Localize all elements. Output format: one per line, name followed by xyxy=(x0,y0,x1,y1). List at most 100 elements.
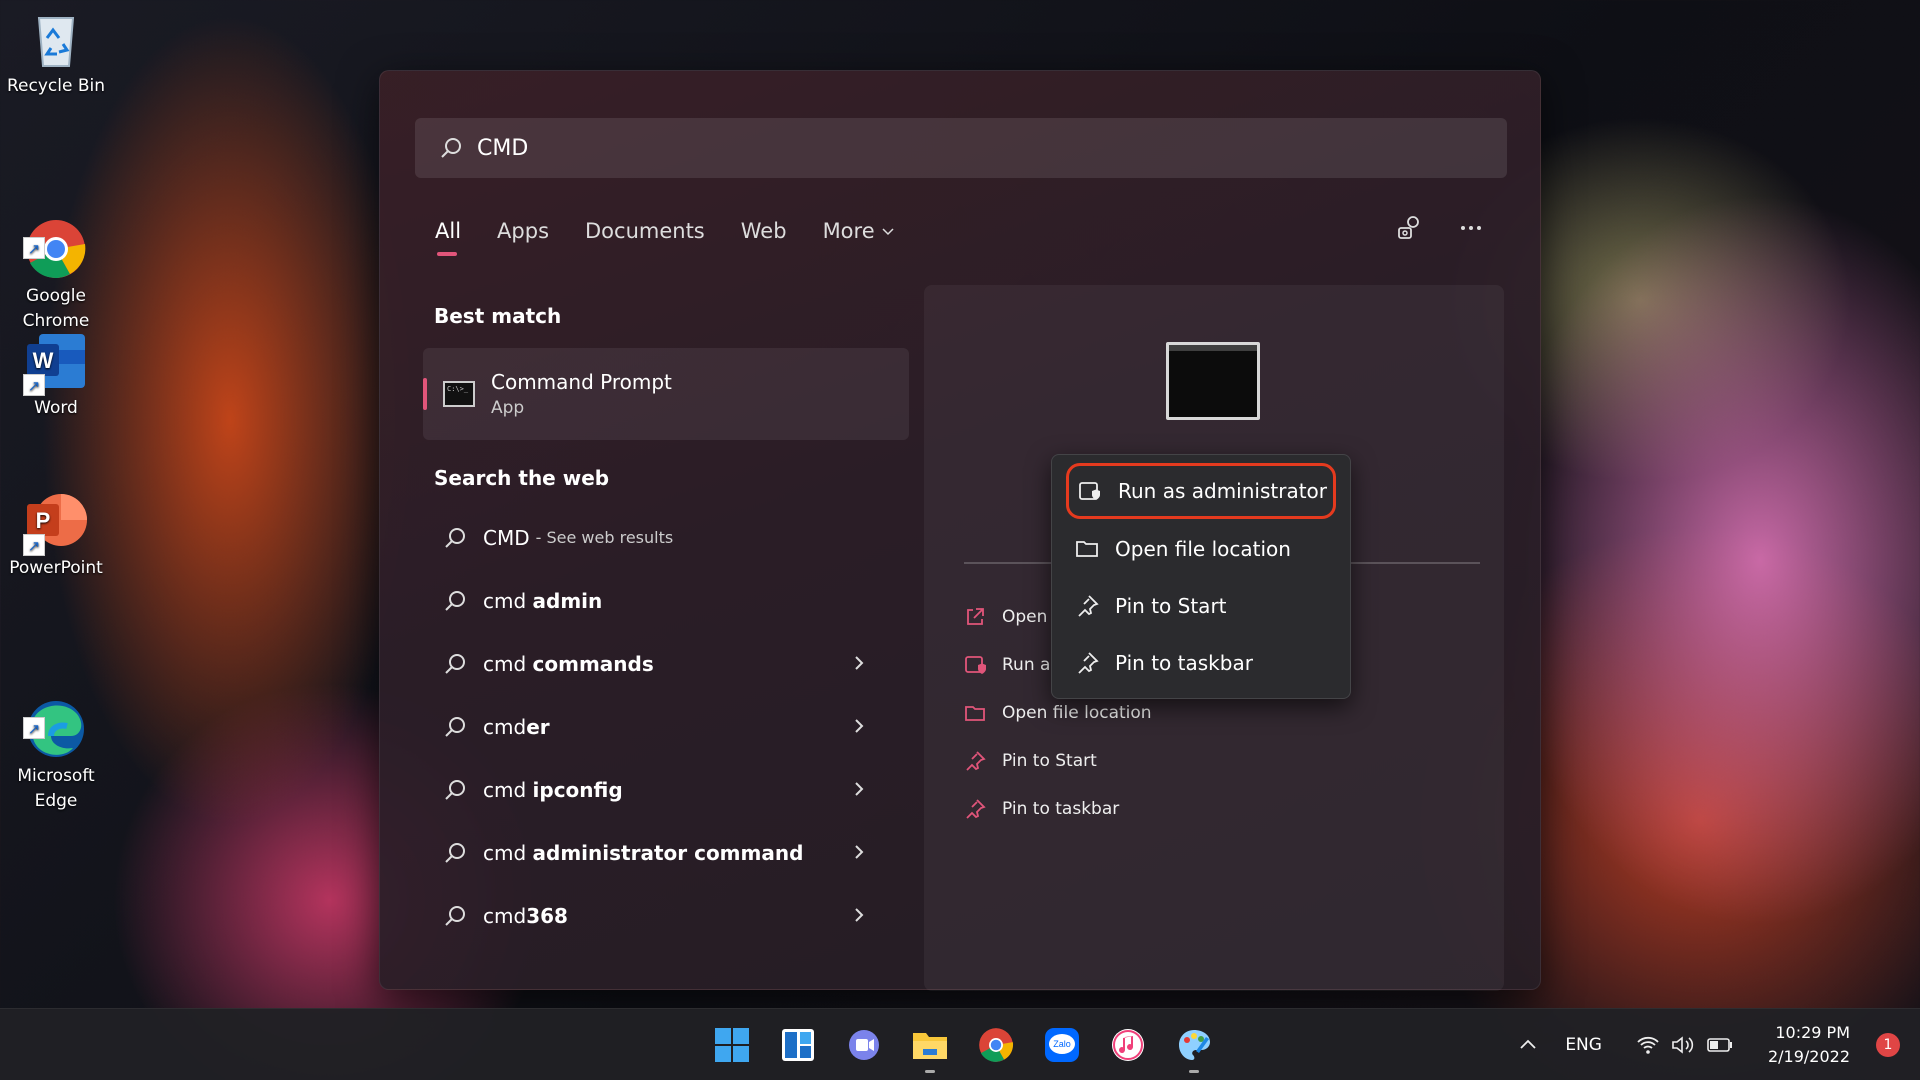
web-result[interactable]: cmd commands xyxy=(423,632,909,695)
pin-icon xyxy=(1078,595,1099,617)
zalo-logo-text: Zalo xyxy=(1053,1039,1071,1049)
web-result-suffix: - See web results xyxy=(535,528,674,547)
more-options-icon[interactable] xyxy=(1457,214,1485,242)
edge-icon: ↗ xyxy=(23,673,87,757)
clock[interactable]: 10:29 PM 2/19/2022 xyxy=(1768,1021,1850,1069)
file-explorer-button[interactable] xyxy=(904,1019,956,1073)
powerpoint-icon: P ↗ xyxy=(23,490,87,556)
shortcut-arrow-icon: ↗ xyxy=(23,237,45,259)
language-indicator[interactable]: ENG xyxy=(1565,1035,1602,1055)
paint-button[interactable] xyxy=(1168,1019,1220,1073)
context-open-file-location[interactable]: Open file location xyxy=(1064,525,1336,573)
widgets-icon xyxy=(782,1029,814,1061)
shield-window-icon xyxy=(965,656,986,674)
preview-action-label: Open file location xyxy=(1002,703,1152,723)
web-result[interactable]: cmd er xyxy=(423,695,909,758)
teams-chat-button[interactable] xyxy=(838,1019,890,1071)
chevron-right-icon xyxy=(855,908,864,922)
web-result[interactable]: cmd 368 xyxy=(423,884,909,947)
web-result[interactable]: CMD - See web results xyxy=(423,506,909,569)
web-result-text: cmd xyxy=(483,651,533,676)
running-indicator xyxy=(925,1070,935,1073)
web-result[interactable]: cmd admin xyxy=(423,569,909,632)
start-button[interactable] xyxy=(706,1019,758,1071)
web-result-text: CMD xyxy=(483,525,530,550)
preview-action-pin-to-taskbar[interactable]: Pin to taskbar xyxy=(964,785,1180,833)
search-box[interactable]: CMD xyxy=(415,118,1507,178)
web-result-text: cmd xyxy=(483,588,533,613)
desktop-icon-microsoft-edge[interactable]: ↗ Microsoft Edge xyxy=(0,648,112,839)
search-web-heading: Search the web xyxy=(434,466,610,490)
best-match-item[interactable]: Command Prompt App xyxy=(423,348,909,440)
folder-icon xyxy=(965,706,985,721)
pin-icon xyxy=(966,799,986,819)
search-tabs: All Apps Documents Web More xyxy=(435,219,895,256)
share-people-icon[interactable] xyxy=(1395,214,1423,242)
desktop-icon-label: PowerPoint xyxy=(9,558,103,578)
windows-logo-icon xyxy=(715,1028,749,1062)
wifi-icon[interactable] xyxy=(1636,1034,1660,1056)
search-icon xyxy=(445,527,465,548)
paint-palette-icon xyxy=(1179,1030,1210,1060)
preview-action-pin-to-start[interactable]: Pin to Start xyxy=(964,737,1180,785)
search-icon xyxy=(445,905,465,926)
tab-more[interactable]: More xyxy=(823,219,895,243)
taskbar-apps: Zalo xyxy=(706,1019,1220,1073)
web-result[interactable]: cmd administrator command xyxy=(423,821,909,884)
itunes-button[interactable] xyxy=(1102,1019,1154,1071)
folder-icon xyxy=(913,1033,947,1059)
chevron-right-icon xyxy=(855,656,864,670)
chevron-right-icon xyxy=(855,845,864,859)
chrome-button[interactable] xyxy=(970,1019,1022,1071)
search-icon xyxy=(445,716,465,737)
shield-window-icon xyxy=(1079,482,1100,500)
context-item-label: Pin to Start xyxy=(1115,594,1227,618)
pin-icon xyxy=(1078,652,1099,674)
chevron-down-icon xyxy=(882,228,894,236)
best-match-title: Command Prompt xyxy=(491,370,672,394)
running-indicator xyxy=(1189,1070,1199,1073)
web-result-text: cmd xyxy=(483,903,527,928)
web-result-bold: administrator command xyxy=(532,840,804,865)
volume-icon[interactable] xyxy=(1670,1034,1696,1056)
context-item-label: Open file location xyxy=(1115,537,1291,561)
command-prompt-large-icon xyxy=(1166,342,1260,420)
chevron-up-icon[interactable] xyxy=(1517,1034,1539,1056)
web-result-text: cmd xyxy=(483,714,527,739)
panel-top-actions xyxy=(1395,214,1485,242)
shortcut-arrow-icon: ↗ xyxy=(23,717,45,739)
tab-apps[interactable]: Apps xyxy=(497,219,549,243)
desktop-icon-label: Recycle Bin xyxy=(6,76,105,96)
pin-icon xyxy=(966,751,986,771)
context-pin-to-taskbar[interactable]: Pin to taskbar xyxy=(1064,639,1336,687)
desktop-icon-label: Google Chrome xyxy=(22,286,90,331)
zalo-button[interactable]: Zalo xyxy=(1036,1019,1088,1071)
clock-time: 10:29 PM xyxy=(1775,1023,1850,1042)
web-result[interactable]: cmd ipconfig xyxy=(423,758,909,821)
web-result-bold: admin xyxy=(532,588,603,613)
svg-text:P: P xyxy=(36,508,51,533)
tab-documents[interactable]: Documents xyxy=(585,219,705,243)
web-result-bold: ipconfig xyxy=(532,777,623,802)
widgets-button[interactable] xyxy=(772,1019,824,1071)
zalo-icon: Zalo xyxy=(1045,1028,1079,1062)
best-match-heading: Best match xyxy=(434,304,562,328)
context-run-as-administrator[interactable]: Run as administrator xyxy=(1066,463,1336,519)
notification-badge[interactable]: 1 xyxy=(1876,1033,1900,1057)
clock-date: 2/19/2022 xyxy=(1767,1047,1850,1066)
tab-all[interactable]: All xyxy=(435,219,461,256)
recycle-bin-icon xyxy=(25,8,87,70)
desktop-icon-word[interactable]: W ↗ Word xyxy=(0,330,112,421)
battery-icon[interactable] xyxy=(1706,1034,1734,1056)
search-input[interactable]: CMD xyxy=(477,136,528,161)
context-pin-to-start[interactable]: Pin to Start xyxy=(1064,582,1336,630)
tab-web[interactable]: Web xyxy=(741,219,787,243)
chevron-right-icon xyxy=(855,782,864,796)
word-icon: W ↗ xyxy=(23,330,87,396)
search-icon xyxy=(441,138,461,158)
search-icon xyxy=(445,653,465,674)
best-match-subtitle: App xyxy=(491,398,525,418)
desktop-icon-powerpoint[interactable]: P ↗ PowerPoint xyxy=(0,490,112,581)
desktop-icon-recycle-bin[interactable]: Recycle Bin xyxy=(0,8,112,99)
svg-text:W: W xyxy=(33,348,54,373)
